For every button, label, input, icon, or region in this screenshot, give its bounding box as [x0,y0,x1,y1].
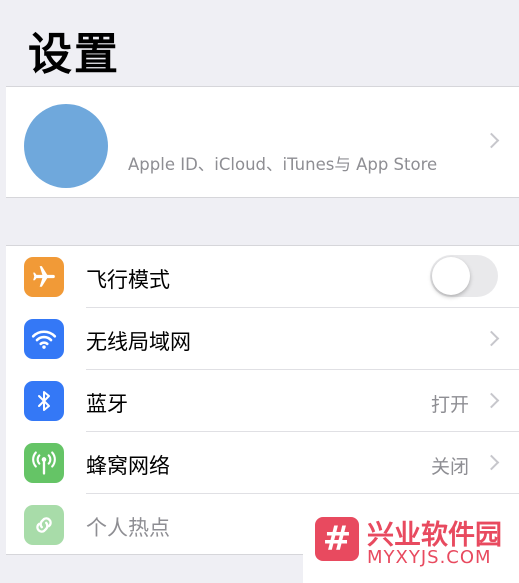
cellular-status: 关闭 [430,456,469,478]
apple-id-subtitle: Apple ID、iCloud、iTunes与 App Store [128,155,438,174]
wifi-icon [24,319,64,359]
bluetooth-status: 打开 [430,394,469,416]
cellular-row[interactable]: 蜂窝网络 关闭 [6,432,519,493]
antenna-icon [24,443,64,483]
bluetooth-label: 蓝牙 [86,392,128,416]
airplane-mode-label: 飞行模式 [86,268,170,292]
chevron-right-icon [483,454,500,471]
watermark-logo: # [315,517,359,561]
link-icon [24,505,64,545]
chevron-right-icon [483,132,500,149]
airplane-mode-row: 飞行模式 [6,246,519,307]
cellular-label: 蜂窝网络 [86,454,170,478]
airplane-icon [24,257,64,297]
watermark-url: MYXYJS.COM [367,547,492,568]
watermark: # 兴业软件园 MYXYJS.COM [303,507,519,583]
wifi-row[interactable]: 无线局域网 [6,308,519,369]
bluetooth-icon [24,381,64,421]
avatar [24,104,108,188]
airplane-mode-toggle[interactable] [430,255,498,297]
bluetooth-row[interactable]: 蓝牙 打开 [6,370,519,431]
wifi-label: 无线局域网 [86,330,191,354]
toggle-knob [432,257,470,295]
hotspot-label: 个人热点 [86,516,170,540]
chevron-right-icon [483,330,500,347]
apple-id-row[interactable]: Apple ID、iCloud、iTunes与 App Store [6,86,519,198]
page-title: 设置 [28,29,120,80]
chevron-right-icon [483,392,500,409]
